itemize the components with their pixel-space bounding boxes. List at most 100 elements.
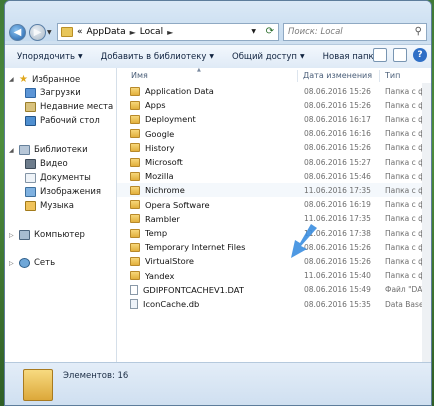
table-row[interactable]: History 08.06.2016 15:26 Папка с фа [117,141,431,155]
table-row[interactable]: Opera Software 08.06.2016 16:19 Папка с фа [117,198,431,212]
expand-arrow-icon[interactable]: ◢ [9,147,15,154]
back-button[interactable]: ◀ [9,24,26,41]
table-row[interactable]: Yandex 11.06.2016 15:40 Папка с фа [117,269,431,283]
music-icon [25,201,36,211]
file-name-cell[interactable]: Apps [130,100,166,110]
file-name: Apps [145,100,166,111]
table-row[interactable]: Deployment 08.06.2016 16:17 Папка с фа [117,112,431,126]
breadcrumb-overflow[interactable]: « [77,27,83,37]
table-row[interactable]: VirtualStore 08.06.2016 15:26 Папка с фа [117,254,431,268]
refresh-icon[interactable]: ⟳ [266,26,274,37]
search-icon[interactable]: ⚲ [415,26,422,37]
table-row[interactable]: Application Data 08.06.2016 15:26 Папка с … [117,84,431,98]
file-name-cell[interactable]: History [130,143,175,153]
vertical-scrollbar[interactable] [422,83,431,362]
file-name: Google [145,128,175,139]
forward-button[interactable]: ▶ [29,24,46,41]
recent-pages-dropdown[interactable]: ▼ [47,29,55,37]
expand-arrow-icon[interactable]: ◢ [9,76,15,83]
add-to-library-button[interactable]: Добавить в библиотеку ▼ [95,52,220,62]
nav-music-label: Музыка [40,201,74,211]
file-name-cell[interactable]: Google [130,129,174,139]
file-name: Opera Software [145,199,210,210]
chevron-down-icon: ▼ [299,53,305,60]
nav-computer-label: Компьютер [34,230,85,240]
nav-favorites[interactable]: ◢ ★ Избранное [9,74,80,85]
file-name-cell[interactable]: Rambler [130,214,180,224]
chevron-down-icon: ▼ [78,53,83,60]
nav-images-label: Изображения [40,187,102,197]
share-button[interactable]: Общий доступ ▼ [226,52,311,62]
file-name-cell[interactable]: Yandex [130,271,174,281]
nav-network[interactable]: ▷ Сеть [9,258,55,268]
column-header-type[interactable]: Тип [385,68,400,83]
file-name-cell[interactable]: GDIPFONTCACHEV1.DAT [130,284,244,295]
search-input[interactable]: Поиск: Local ⚲ [283,23,427,41]
nav-libraries-label: Библиотеки [34,145,88,155]
nav-desktop[interactable]: Рабочий стол [25,116,100,126]
file-name-cell[interactable]: Opera Software [130,200,210,210]
nav-network-label: Сеть [34,258,56,268]
column-divider[interactable] [297,70,298,82]
view-options-icon[interactable] [373,48,387,62]
address-bar[interactable]: « AppData ► Local ► ▼ ⟳ [57,23,279,41]
add-to-library-label: Добавить в библиотеку [100,51,207,62]
file-name-cell[interactable]: Mozilla [130,171,174,181]
breadcrumb-separator[interactable]: ► [130,28,136,37]
file-name: Yandex [145,270,175,281]
nav-downloads[interactable]: Загрузки [25,88,81,98]
table-row[interactable]: Mozilla 08.06.2016 15:46 Папка с фа [117,169,431,183]
preview-pane-icon[interactable] [393,48,407,62]
file-name-cell[interactable]: IconCache.db [130,299,199,309]
table-row[interactable]: Microsoft 08.06.2016 15:27 Папка с фа [117,155,431,169]
table-row[interactable]: GDIPFONTCACHEV1.DAT 08.06.2016 15:49 Файл … [117,283,431,297]
nav-music[interactable]: Музыка [25,201,74,211]
nav-libraries[interactable]: ◢ Библиотеки [9,145,88,155]
nav-images[interactable]: Изображения [25,187,101,197]
file-name-cell[interactable]: Temp [130,228,167,238]
nav-documents[interactable]: Документы [25,173,91,183]
organize-button[interactable]: Упорядочить ▼ [11,52,89,62]
expand-arrow-icon[interactable]: ▷ [9,260,15,267]
help-icon[interactable]: ? [413,48,427,62]
column-header-name[interactable]: Имя [131,68,148,83]
share-label: Общий доступ [232,51,297,62]
table-row[interactable]: Apps 08.06.2016 15:26 Папка с фа [117,98,431,112]
breadcrumb-separator[interactable]: ► [167,28,173,37]
table-row[interactable]: Nichrome 11.06.2016 17:35 Папка с фа [117,183,431,198]
nav-recent-label: Недавние места [40,102,114,112]
sort-ascending-icon: ▲ [197,67,201,73]
nav-computer[interactable]: ▷ Компьютер [9,230,85,240]
table-row[interactable]: Rambler 11.06.2016 17:35 Папка с фа [117,212,431,226]
column-divider[interactable] [379,70,380,82]
new-folder-label: Новая папка [322,51,379,62]
column-header-date[interactable]: Дата изменения [303,68,372,83]
breadcrumb-local[interactable]: Local [140,27,163,37]
nav-video[interactable]: Видео [25,159,68,169]
table-row[interactable]: Temp 11.06.2016 17:38 Папка с фа [117,226,431,240]
file-name: VirtualStore [145,256,195,267]
file-name-cell[interactable]: Application Data [130,86,214,96]
expand-arrow-icon[interactable]: ▷ [9,232,15,239]
file-name: Deployment [145,114,196,125]
file-date: 08.06.2016 16:19 [304,200,371,210]
downloads-icon [25,88,36,98]
file-name-cell[interactable]: Deployment [130,114,196,124]
breadcrumb-appdata[interactable]: AppData [87,27,126,37]
file-name-cell[interactable]: Temporary Internet Files [130,242,245,252]
file-date: 08.06.2016 15:27 [304,157,371,167]
file-name-cell[interactable]: Microsoft [130,157,183,167]
computer-icon [19,230,30,240]
file-name-cell[interactable]: Nichrome [130,185,185,195]
details-pane: Элементов: 16 [5,362,431,405]
folder-icon [130,114,140,124]
folder-icon [130,129,140,139]
table-row[interactable]: Temporary Internet Files 08.06.2016 15:26… [117,240,431,254]
file-date: 08.06.2016 16:16 [304,129,371,139]
nav-recent-places[interactable]: Недавние места [25,102,113,112]
address-dropdown-icon[interactable]: ▼ [251,28,256,35]
file-name-cell[interactable]: VirtualStore [130,256,194,266]
table-row[interactable]: IconCache.db 08.06.2016 15:35 Data Base Fi… [117,297,431,311]
file-name: Application Data [145,86,214,96]
table-row[interactable]: Google 08.06.2016 16:16 Папка с фа [117,127,431,141]
